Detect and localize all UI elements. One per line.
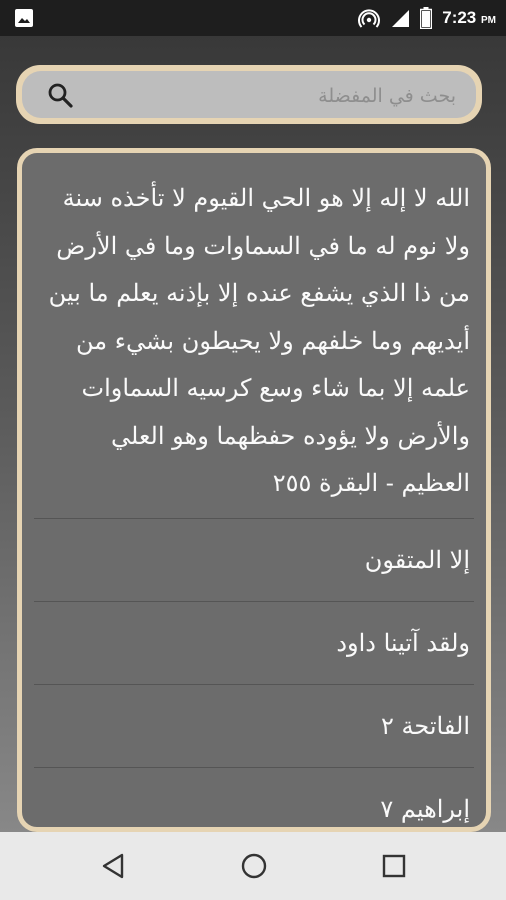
list-item[interactable]: الله لا إله إلا هو الحي القيوم لا تأخذه … — [34, 153, 474, 519]
list-item[interactable]: إبراهيم ٧ — [34, 768, 474, 828]
navigation-bar — [0, 832, 506, 900]
home-icon[interactable] — [238, 850, 270, 882]
list-item[interactable]: إلا المتقون — [34, 519, 474, 602]
recents-icon[interactable] — [378, 850, 410, 882]
image-icon — [15, 9, 33, 27]
list-item[interactable]: الفاتحة ٢ — [34, 685, 474, 768]
search-field-container — [22, 71, 476, 120]
search-icon[interactable] — [46, 81, 74, 109]
battery-icon — [420, 7, 433, 29]
search-bar — [16, 65, 482, 124]
status-bar: 7:23 PM — [0, 0, 506, 36]
status-icons: 7:23 PM — [358, 6, 496, 30]
list-item[interactable]: ولقد آتينا داود — [34, 602, 474, 685]
search-input[interactable] — [86, 71, 458, 120]
status-time: 7:23 PM — [442, 8, 496, 27]
signal-icon — [392, 10, 410, 27]
favorites-list: الله لا إله إلا هو الحي القيوم لا تأخذه … — [17, 148, 491, 832]
hotspot-icon — [358, 9, 381, 28]
back-icon[interactable] — [98, 850, 130, 882]
